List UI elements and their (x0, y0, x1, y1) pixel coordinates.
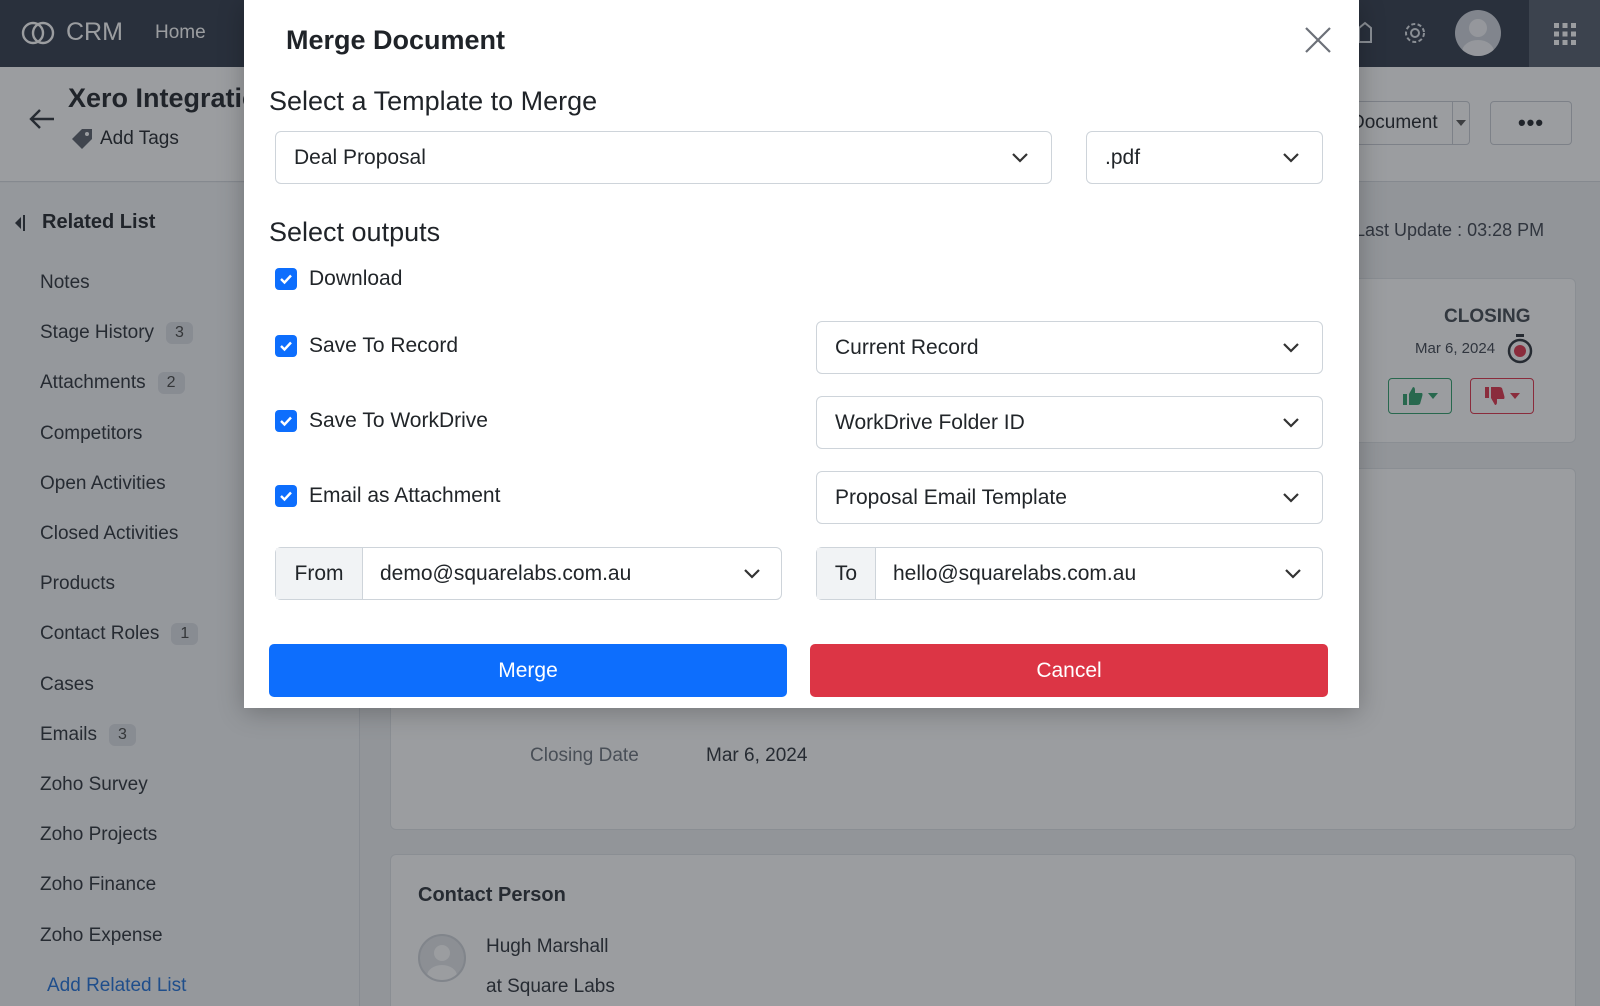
download-option[interactable]: Download (275, 267, 402, 291)
format-select[interactable]: .pdf (1086, 131, 1323, 184)
save-to-record-label: Save To Record (309, 334, 459, 357)
to-email-select[interactable]: hello@squarelabs.com.au (876, 548, 1322, 599)
workdrive-folder-value: WorkDrive Folder ID (835, 410, 1025, 434)
record-target-value: Current Record (835, 335, 979, 359)
save-to-workdrive-checkbox[interactable] (275, 410, 297, 432)
chevron-down-icon (1283, 343, 1299, 353)
email-template-value: Proposal Email Template (835, 485, 1067, 509)
chevron-down-icon (1285, 569, 1301, 579)
workdrive-folder-select[interactable]: WorkDrive Folder ID (816, 396, 1323, 449)
email-attachment-option[interactable]: Email as Attachment (275, 484, 500, 508)
from-email-value: demo@squarelabs.com.au (380, 561, 632, 585)
chevron-down-icon (1012, 153, 1028, 163)
email-attachment-checkbox[interactable] (275, 485, 297, 507)
save-to-workdrive-label: Save To WorkDrive (309, 409, 488, 432)
to-label: To (817, 548, 876, 599)
from-email-select[interactable]: demo@squarelabs.com.au (363, 548, 781, 599)
cancel-button[interactable]: Cancel (810, 644, 1328, 697)
merge-button[interactable]: Merge (269, 644, 787, 697)
from-email-group[interactable]: From demo@squarelabs.com.au (275, 547, 782, 600)
email-attachment-label: Email as Attachment (309, 484, 501, 507)
checkmark-icon (280, 491, 292, 502)
email-template-select[interactable]: Proposal Email Template (816, 471, 1323, 524)
save-to-workdrive-option[interactable]: Save To WorkDrive (275, 409, 488, 433)
checkmark-icon (280, 274, 292, 285)
checkmark-icon (280, 416, 292, 427)
save-to-record-checkbox[interactable] (275, 335, 297, 357)
chevron-down-icon (744, 569, 760, 579)
from-label: From (276, 548, 363, 599)
download-label: Download (309, 267, 403, 290)
save-to-record-option[interactable]: Save To Record (275, 334, 458, 358)
outputs-heading: Select outputs (269, 217, 441, 247)
record-target-select[interactable]: Current Record (816, 321, 1323, 374)
to-email-value: hello@squarelabs.com.au (893, 561, 1137, 585)
template-select-value: Deal Proposal (294, 145, 426, 169)
template-select[interactable]: Deal Proposal (275, 131, 1052, 184)
merge-document-dialog: Merge Document Select a Template to Merg… (244, 0, 1359, 708)
dialog-title: Merge Document (286, 25, 506, 55)
template-heading: Select a Template to Merge (269, 86, 598, 116)
chevron-down-icon (1283, 418, 1299, 428)
close-icon[interactable] (1302, 24, 1334, 56)
format-select-value: .pdf (1105, 145, 1141, 169)
download-checkbox[interactable] (275, 268, 297, 290)
checkmark-icon (280, 341, 292, 352)
chevron-down-icon (1283, 153, 1299, 163)
chevron-down-icon (1283, 493, 1299, 503)
to-email-group[interactable]: To hello@squarelabs.com.au (816, 547, 1323, 600)
